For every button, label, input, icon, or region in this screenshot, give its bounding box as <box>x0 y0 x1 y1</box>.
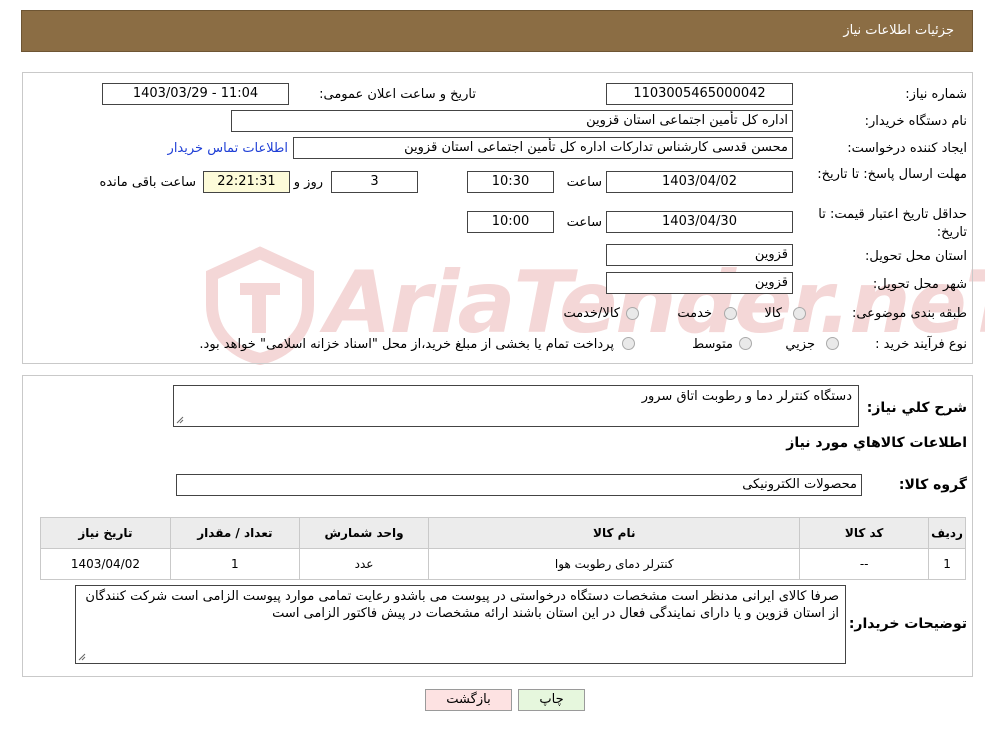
process-medium-label: متوسط <box>692 337 733 352</box>
remaining-label: ساعت باقی مانده <box>99 175 196 190</box>
province-field[interactable]: قزوین <box>606 244 793 266</box>
cell-date: 1403/04/02 <box>40 548 171 580</box>
days-field[interactable]: 3 <box>331 171 418 193</box>
table-header-row: ردیف کد کالا نام کالا واحد شمارش تعداد /… <box>40 517 966 549</box>
process-treasury-checkbox[interactable] <box>622 337 635 350</box>
validity-time-field[interactable]: 10:00 <box>467 211 554 233</box>
process-minor-radio[interactable] <box>826 337 839 350</box>
need-number-field[interactable]: 1103005465000042 <box>606 83 793 105</box>
validity-label: حداقل تاریخ اعتبار قیمت: تا تاریخ: <box>818 207 967 240</box>
col-qty: تعداد / مقدار <box>169 517 300 549</box>
buyer-notes-text: صرفا کالای ایرانی مدنظر است مشخصات دستگا… <box>85 589 839 621</box>
col-row: ردیف <box>928 517 966 549</box>
description-text: دستگاه کنترلر دما و رطوبت اتاق سرور <box>641 389 852 404</box>
category-goods-radio[interactable] <box>793 307 806 320</box>
category-service-label: خدمت <box>677 306 712 321</box>
cell-row: 1 <box>928 548 966 580</box>
validity-date-field[interactable]: 1403/04/30 <box>606 211 793 233</box>
cell-code: -- <box>799 548 930 580</box>
col-code: کد کالا <box>799 517 930 549</box>
creator-label: ایجاد کننده درخواست: <box>847 141 967 156</box>
page-title: جزئیات اطلاعات نیاز <box>843 23 954 38</box>
col-name: نام کالا <box>428 517 801 549</box>
days-label: روز و <box>293 175 323 190</box>
deadline-time-field[interactable]: 10:30 <box>467 171 554 193</box>
cell-qty: 1 <box>169 548 300 580</box>
remaining-time-field: 22:21:31 <box>203 171 290 193</box>
process-medium-radio[interactable] <box>739 337 752 350</box>
items-table: ردیف کد کالا نام کالا واحد شمارش تعداد /… <box>40 517 966 580</box>
col-date: تاریخ نیاز <box>40 517 171 549</box>
buyer-org-label: نام دستگاه خریدار: <box>864 114 967 129</box>
deadline-date-field[interactable]: 1403/04/02 <box>606 171 793 193</box>
process-note: پرداخت تمام یا بخشی از مبلغ خرید،از محل … <box>199 337 614 352</box>
buyer-notes-field[interactable]: صرفا کالای ایرانی مدنظر است مشخصات دستگا… <box>75 585 846 664</box>
resize-grip-icon[interactable] <box>78 653 86 661</box>
print-button[interactable]: چاپ <box>518 689 585 711</box>
category-label: طبقه بندی موضوعی: <box>851 306 967 321</box>
cell-name: کنترلر دمای رطوبت هوا <box>428 548 801 580</box>
city-field[interactable]: قزوین <box>606 272 793 294</box>
back-button[interactable]: بازگشت <box>425 689 512 711</box>
buyer-notes-label: توضیحات خریدار: <box>848 616 967 632</box>
page-header: جزئیات اطلاعات نیاز <box>21 10 973 52</box>
province-label: استان محل تحویل: <box>865 249 967 264</box>
buyer-contact-link[interactable]: اطلاعات تماس خریدار <box>168 141 288 156</box>
need-number-label: شماره نیاز: <box>905 87 967 102</box>
category-service-radio[interactable] <box>724 307 737 320</box>
process-label: نوع فرآیند خرید : <box>875 337 967 352</box>
validity-time-label: ساعت <box>566 215 602 230</box>
city-label: شهر محل تحویل: <box>872 277 967 292</box>
category-goods-label: کالا <box>764 306 782 321</box>
process-minor-label: جزیي <box>785 337 815 352</box>
col-unit: واحد شمارش <box>298 517 430 549</box>
announce-label: تاریخ و ساعت اعلان عمومی: <box>319 87 476 102</box>
deadline-time-label: ساعت <box>566 175 602 190</box>
group-label: گروه کالا: <box>898 477 967 493</box>
announce-datetime-field[interactable]: 1403/03/29 - 11:04 <box>102 83 289 105</box>
cell-unit: عدد <box>298 548 430 580</box>
group-field[interactable]: محصولات الکترونیکی <box>176 474 862 496</box>
category-goods-service-label: کالا/خدمت <box>563 306 620 321</box>
items-title: اطلاعات کالاهاي مورد نياز <box>786 435 967 451</box>
buyer-org-field[interactable]: اداره کل تأمین اجتماعی استان قزوین <box>231 110 793 132</box>
description-field[interactable]: دستگاه کنترلر دما و رطوبت اتاق سرور <box>173 385 859 427</box>
resize-grip-icon[interactable] <box>176 416 184 424</box>
description-label: شرح کلي نياز: <box>866 400 967 416</box>
table-row[interactable]: 1 -- کنترلر دمای رطوبت هوا عدد 1 1403/04… <box>40 548 966 580</box>
category-goods-service-radio[interactable] <box>626 307 639 320</box>
deadline-label: مهلت ارسال پاسخ: تا تاریخ: <box>817 167 967 182</box>
creator-field[interactable]: محسن قدسی کارشناس تدارکات اداره کل تأمین… <box>293 137 793 159</box>
